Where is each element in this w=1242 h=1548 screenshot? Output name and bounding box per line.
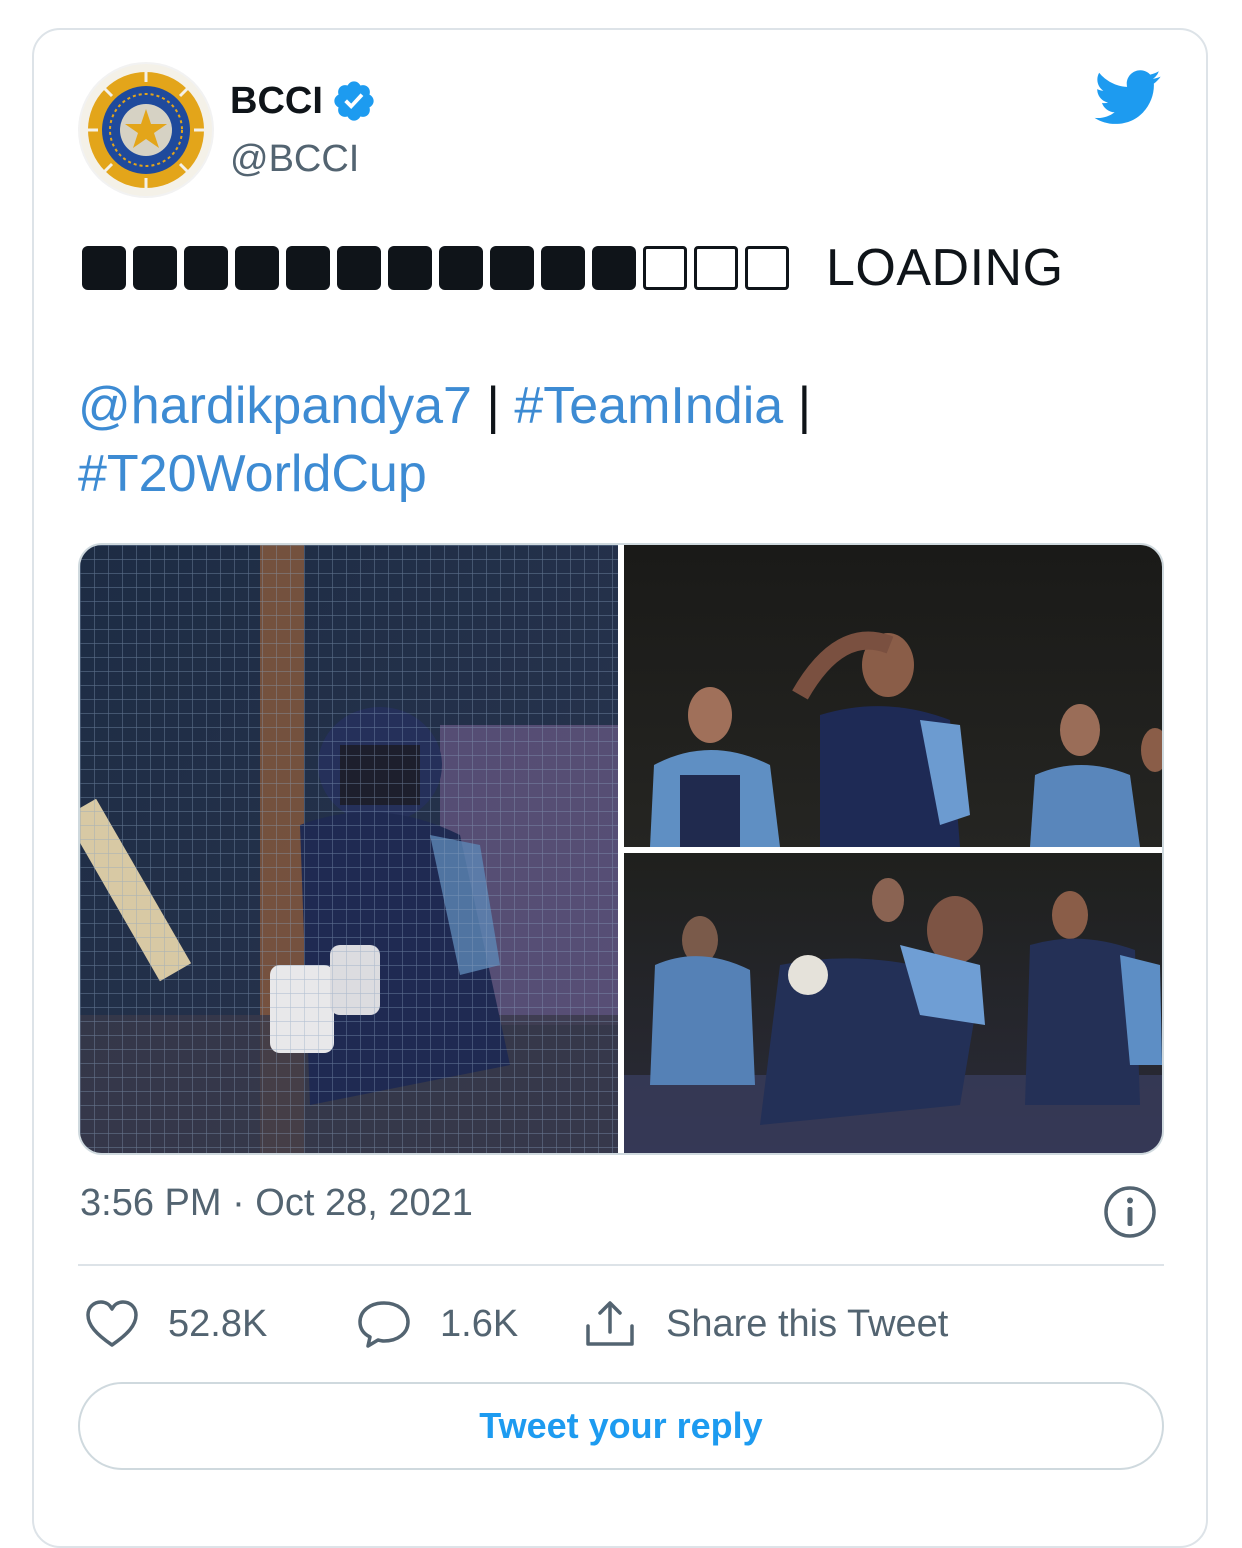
bcci-logo-icon — [80, 64, 212, 196]
progress-block-filled — [439, 246, 483, 290]
progress-blocks — [82, 246, 796, 290]
progress-block-filled — [337, 246, 381, 290]
progress-block-filled — [184, 246, 228, 290]
separator: | — [783, 377, 812, 435]
author-handle[interactable]: @BCCI — [230, 138, 359, 181]
like-count: 52.8K — [168, 1302, 268, 1345]
verified-badge-icon — [334, 81, 374, 121]
progress-block-filled — [592, 246, 636, 290]
comment-bubble-icon — [358, 1301, 410, 1348]
progress-block-filled — [82, 246, 126, 290]
tweet-text: @hardikpandya7 | #TeamIndia | #T20WorldC… — [78, 372, 1078, 508]
divider — [78, 1264, 1164, 1266]
photo-delivery-stride[interactable] — [624, 853, 1162, 1153]
info-icon[interactable] — [1102, 1184, 1158, 1240]
avatar[interactable] — [78, 62, 214, 198]
progress-block-empty — [694, 246, 738, 290]
tweet-reply-button[interactable]: Tweet your reply — [78, 1382, 1164, 1470]
hashtag-link[interactable]: #TeamIndia — [514, 377, 783, 435]
progress-block-empty — [745, 246, 789, 290]
author-name[interactable]: BCCI — [230, 80, 323, 123]
progress-block-filled — [235, 246, 279, 290]
twitter-bird-icon[interactable] — [1094, 70, 1162, 126]
like-button[interactable]: 52.8K — [84, 1296, 267, 1352]
progress-block-empty — [643, 246, 687, 290]
separator: | — [471, 377, 515, 435]
share-label: Share this Tweet — [666, 1302, 949, 1345]
hashtag-link[interactable]: #T20WorldCup — [78, 445, 427, 503]
progress-block-filled — [541, 246, 585, 290]
progress-block-filled — [286, 246, 330, 290]
author-name-row[interactable]: BCCI — [230, 78, 377, 124]
share-icon — [586, 1301, 634, 1346]
photo-bowling-action[interactable] — [624, 545, 1162, 847]
media-grid — [78, 543, 1164, 1155]
progress-block-filled — [388, 246, 432, 290]
progress-line: LOADING — [82, 236, 1064, 300]
timestamp[interactable]: 3:56 PM · Oct 28, 2021 — [80, 1182, 473, 1225]
progress-block-filled — [133, 246, 177, 290]
reply-count-button[interactable]: 1.6K — [356, 1296, 518, 1352]
reply-button-label: Tweet your reply — [479, 1405, 763, 1446]
heart-icon — [86, 1300, 138, 1347]
photo-batting-nets[interactable] — [80, 545, 618, 1153]
loading-label: LOADING — [826, 239, 1064, 297]
progress-block-filled — [490, 246, 534, 290]
reply-count: 1.6K — [440, 1302, 519, 1345]
mention-link[interactable]: @hardikpandya7 — [78, 377, 472, 435]
share-button[interactable]: Share this Tweet — [582, 1296, 948, 1352]
